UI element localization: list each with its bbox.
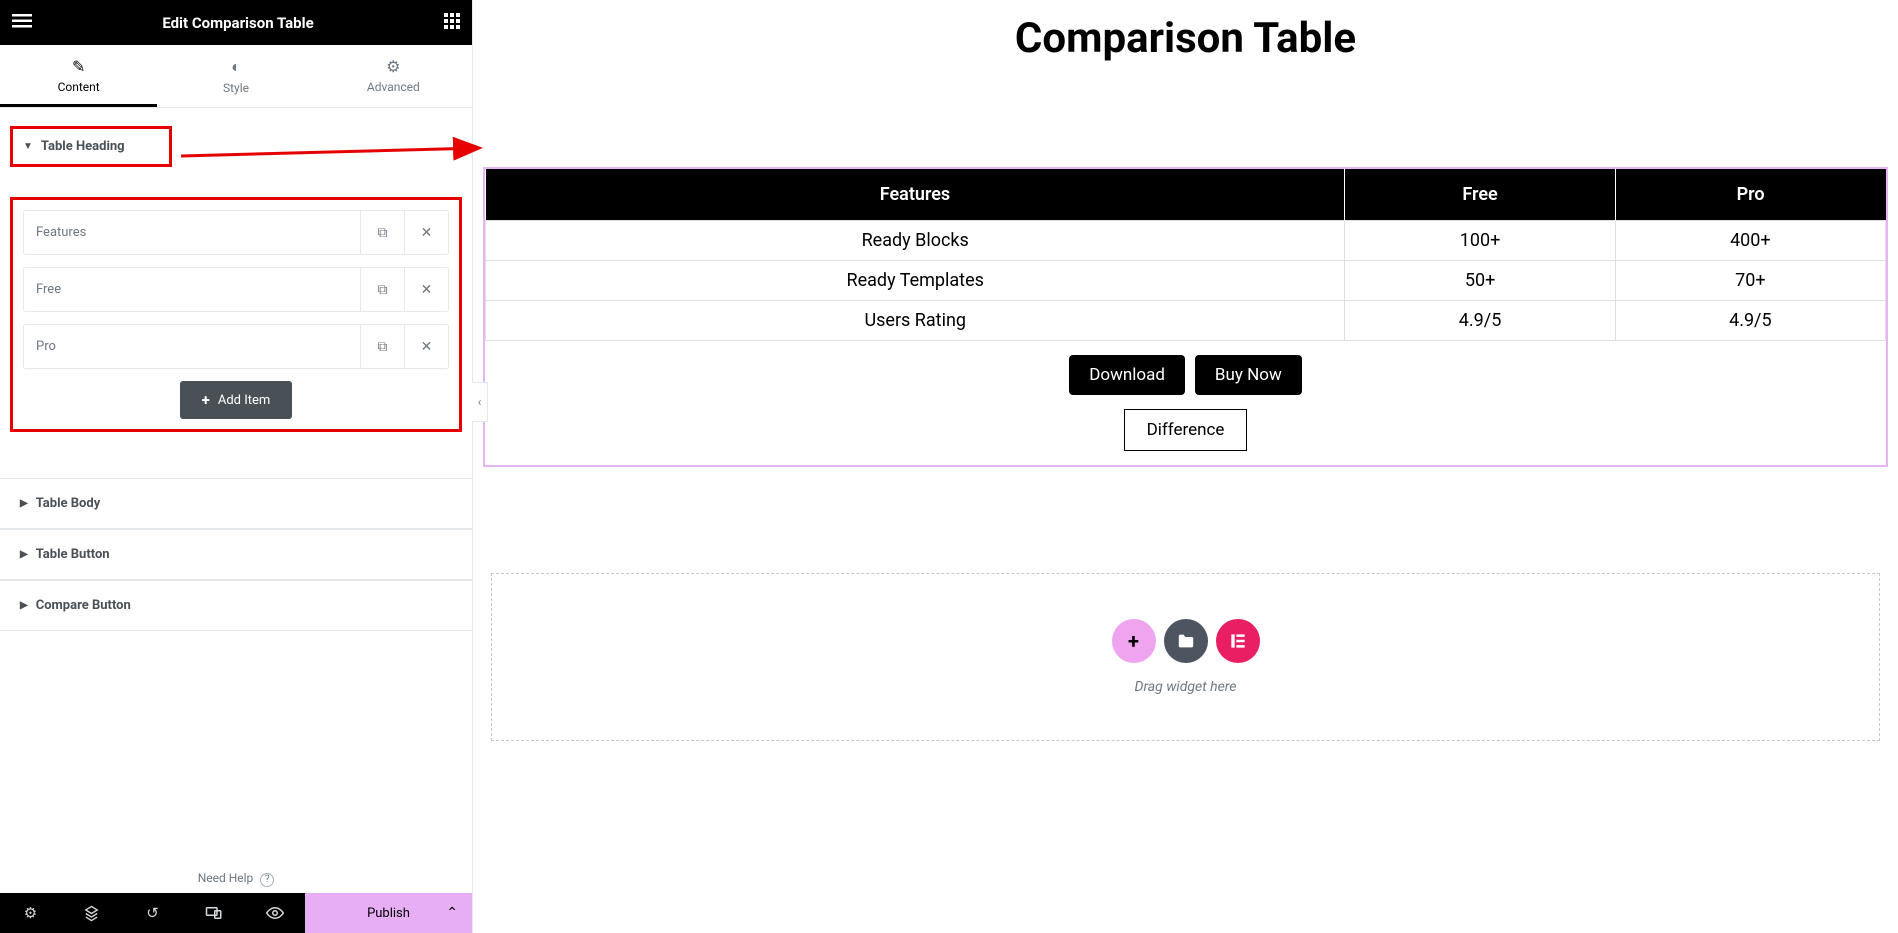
- editor-tabs: ✎ Content ◐ Style ⚙ Advanced: [0, 45, 472, 108]
- preview-canvas: ‹ Comparison Table Features Free Pro Rea…: [473, 0, 1898, 933]
- comparison-table: Features Free Pro Ready Blocks 100+ 400+…: [485, 169, 1886, 341]
- section-table-body-label: Table Body: [36, 496, 101, 511]
- sidebar-header: Edit Comparison Table: [0, 0, 472, 45]
- section-table-button[interactable]: ▶ Table Button: [0, 529, 472, 580]
- compare-row: Difference: [485, 399, 1886, 465]
- repeater-label[interactable]: Free: [24, 268, 360, 311]
- table-cell: Ready Templates: [486, 261, 1345, 301]
- collapse-sidebar-handle[interactable]: ‹: [472, 382, 488, 422]
- add-item-button[interactable]: + Add Item: [180, 381, 293, 419]
- section-table-heading[interactable]: ▼ Table Heading: [23, 139, 125, 154]
- need-help-label: Need Help: [198, 871, 254, 885]
- section-table-button-label: Table Button: [36, 547, 110, 562]
- button-row: Download Buy Now: [485, 341, 1886, 399]
- table-header: Free: [1345, 169, 1615, 221]
- table-row: Ready Templates 50+ 70+: [486, 261, 1886, 301]
- table-header: Pro: [1615, 169, 1885, 221]
- table-cell: 4.9/5: [1615, 301, 1885, 341]
- preview-icon[interactable]: [244, 893, 305, 933]
- need-help-link[interactable]: Need Help ?: [0, 861, 472, 893]
- remove-icon[interactable]: ✕: [404, 268, 448, 311]
- page-title: Comparison Table: [483, 14, 1888, 63]
- settings-icon[interactable]: ⚙: [0, 893, 61, 933]
- comparison-table-widget[interactable]: Features Free Pro Ready Blocks 100+ 400+…: [483, 167, 1888, 467]
- history-icon[interactable]: ↺: [122, 893, 183, 933]
- table-cell: 100+: [1345, 221, 1615, 261]
- tab-content[interactable]: ✎ Content: [0, 45, 157, 107]
- table-row: Ready Blocks 100+ 400+: [486, 221, 1886, 261]
- responsive-icon[interactable]: [183, 893, 244, 933]
- publish-button[interactable]: Publish ⌃: [305, 893, 472, 933]
- drop-icons: +: [1112, 619, 1260, 663]
- caret-right-icon: ▶: [20, 549, 28, 560]
- tab-advanced[interactable]: ⚙ Advanced: [315, 45, 472, 107]
- remove-icon[interactable]: ✕: [404, 211, 448, 254]
- repeater-row[interactable]: Pro ⧉ ✕: [23, 324, 449, 369]
- bottom-toolbar: ⚙ ↺ Publish ⌃: [0, 893, 472, 933]
- repeater-label[interactable]: Pro: [24, 325, 360, 368]
- publish-label: Publish: [367, 906, 410, 921]
- difference-button[interactable]: Difference: [1124, 409, 1248, 451]
- repeater-row[interactable]: Free ⧉ ✕: [23, 267, 449, 312]
- menu-hamburger-icon[interactable]: [12, 13, 32, 32]
- elements-grid-icon[interactable]: [444, 13, 460, 33]
- caret-right-icon: ▶: [20, 498, 28, 509]
- section-table-heading-label: Table Heading: [41, 139, 125, 154]
- table-cell: 400+: [1615, 221, 1885, 261]
- table-cell: 70+: [1615, 261, 1885, 301]
- table-row: Users Rating 4.9/5 4.9/5: [486, 301, 1886, 341]
- caret-down-icon: ▼: [23, 141, 33, 152]
- add-item-label: Add Item: [218, 393, 270, 408]
- navigator-icon[interactable]: [61, 893, 122, 933]
- drop-hint: Drag widget here: [1135, 679, 1237, 695]
- pencil-icon: ✎: [0, 57, 157, 76]
- buy-now-button[interactable]: Buy Now: [1195, 355, 1302, 395]
- section-table-heading-highlight: ▼ Table Heading: [10, 126, 172, 167]
- caret-right-icon: ▶: [20, 600, 28, 611]
- tab-style[interactable]: ◐ Style: [157, 45, 314, 107]
- repeater-label[interactable]: Features: [24, 211, 360, 254]
- contrast-icon: ◐: [157, 57, 314, 77]
- elementskit-icon[interactable]: [1216, 619, 1260, 663]
- sidebar-title: Edit Comparison Table: [32, 14, 444, 32]
- table-cell: 4.9/5: [1345, 301, 1615, 341]
- heading-items-highlight: Features ⧉ ✕ Free ⧉ ✕ Pro ⧉ ✕ + Add Item: [10, 197, 462, 432]
- download-button[interactable]: Download: [1069, 355, 1185, 395]
- table-cell: 50+: [1345, 261, 1615, 301]
- editor-sidebar: Edit Comparison Table ✎ Content ◐ Style …: [0, 0, 473, 933]
- table-header: Features: [486, 169, 1345, 221]
- tab-style-label: Style: [223, 81, 249, 95]
- remove-icon[interactable]: ✕: [404, 325, 448, 368]
- gear-icon: ⚙: [315, 57, 472, 76]
- duplicate-icon[interactable]: ⧉: [360, 268, 404, 311]
- tab-advanced-label: Advanced: [367, 80, 420, 94]
- tab-content-label: Content: [58, 80, 100, 94]
- section-table-body[interactable]: ▶ Table Body: [0, 478, 472, 529]
- panel-body: ▼ Table Heading Features ⧉ ✕ Free ⧉ ✕ Pr…: [0, 108, 472, 861]
- section-compare-button-label: Compare Button: [36, 598, 131, 613]
- section-compare-button[interactable]: ▶ Compare Button: [0, 580, 472, 631]
- help-icon: ?: [260, 873, 274, 887]
- add-section-icon[interactable]: +: [1112, 619, 1156, 663]
- duplicate-icon[interactable]: ⧉: [360, 325, 404, 368]
- drop-zone[interactable]: + Drag widget here: [491, 573, 1880, 741]
- chevron-up-icon[interactable]: ⌃: [446, 905, 458, 921]
- table-cell: Ready Blocks: [486, 221, 1345, 261]
- template-library-icon[interactable]: [1164, 619, 1208, 663]
- table-cell: Users Rating: [486, 301, 1345, 341]
- repeater-row[interactable]: Features ⧉ ✕: [23, 210, 449, 255]
- duplicate-icon[interactable]: ⧉: [360, 211, 404, 254]
- plus-icon: +: [202, 391, 210, 409]
